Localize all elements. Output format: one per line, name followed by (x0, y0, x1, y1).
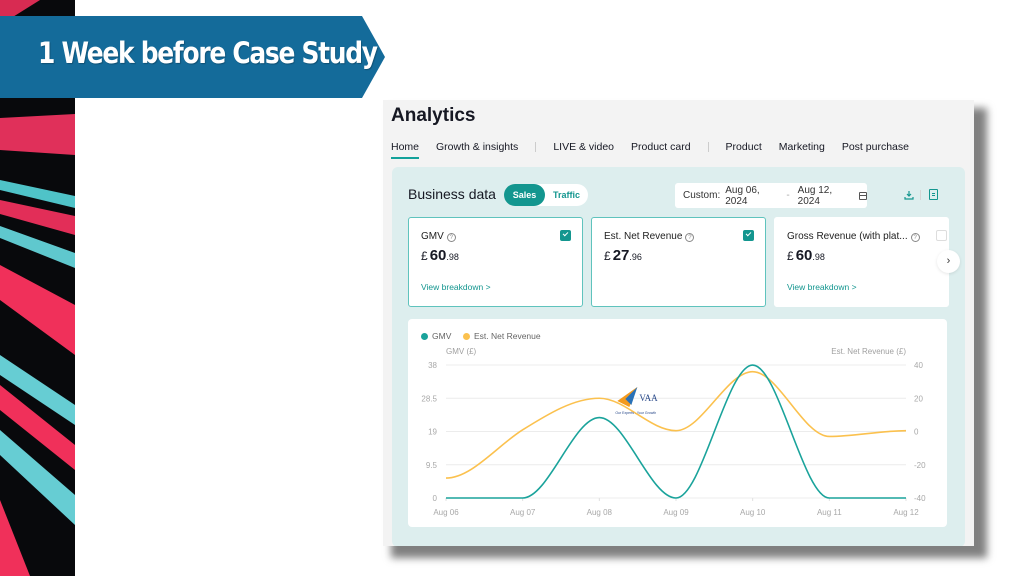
metric-decimal: .96 (629, 252, 642, 262)
y-tick-right: -40 (914, 494, 926, 503)
analytics-screenshot: Analytics Home Growth & insights LIVE & … (383, 100, 974, 546)
metric-label: GMV (421, 231, 444, 242)
metric-value: £60.98 (787, 247, 825, 265)
help-icon[interactable]: ? (685, 233, 695, 242)
metric-whole: 60 (429, 247, 447, 264)
x-tick-label: Aug 07 (510, 508, 536, 517)
metric-currency: £ (787, 249, 794, 263)
metric-checkbox[interactable] (743, 230, 754, 241)
date-range-separator: - (786, 190, 790, 201)
x-tick-label: Aug 06 (433, 508, 459, 517)
icon-divider (920, 190, 921, 200)
sales-traffic-toggle: Sales Traffic (504, 184, 588, 206)
y-tick-left: 0 (433, 494, 438, 503)
metric-card-gmv[interactable]: GMV? £60.98 View breakdown > (408, 217, 583, 307)
tab-product-card[interactable]: Product card (631, 141, 691, 159)
watermark-tagline: Our Experts . Your Growth (615, 411, 656, 415)
tab-post-purchase[interactable]: Post purchase (842, 141, 909, 159)
y-tick-left: 9.5 (426, 461, 438, 470)
metric-decimal: .98 (812, 252, 825, 262)
metric-label-wrap: GMV? (421, 231, 456, 242)
slide-title-banner: 1 Week before Case Study (0, 16, 385, 98)
y-tick-left: 19 (428, 428, 437, 437)
date-range-prefix: Custom: (683, 190, 721, 201)
tab-product[interactable]: Product (726, 141, 762, 159)
y-tick-right: 40 (914, 361, 923, 370)
y-tick-right: -20 (914, 461, 926, 470)
help-icon[interactable]: ? (910, 233, 920, 242)
metric-currency: £ (421, 249, 428, 263)
x-tick-label: Aug 10 (740, 508, 766, 517)
metric-label: Gross Revenue (with plat... (787, 231, 908, 242)
y-tick-right: 0 (914, 428, 919, 437)
help-icon[interactable]: ? (446, 233, 456, 242)
date-range-start: Aug 06, 2024 (725, 184, 760, 207)
metric-decimal: .98 (446, 252, 459, 262)
y-tick-left: 38 (428, 361, 437, 370)
view-breakdown-link[interactable]: View breakdown > (787, 282, 857, 292)
metric-whole: 60 (795, 247, 813, 264)
toggle-sales[interactable]: Sales (504, 184, 545, 206)
page-title: Analytics (391, 105, 476, 126)
x-tick-label: Aug 09 (663, 508, 689, 517)
next-arrow-button[interactable]: › (937, 250, 960, 273)
y-tick-left: 28.5 (421, 394, 437, 403)
tab-divider (707, 142, 709, 152)
date-range-picker[interactable]: Custom: Aug 06, 2024 - Aug 12, 2024 (675, 183, 868, 208)
metric-card-net-revenue[interactable]: Est. Net Revenue? £27.96 (591, 217, 766, 307)
tab-marketing[interactable]: Marketing (779, 141, 825, 159)
x-tick-label: Aug 11 (817, 508, 842, 517)
metric-checkbox[interactable] (560, 230, 571, 241)
metric-checkbox[interactable] (936, 230, 947, 241)
metric-currency: £ (604, 249, 611, 263)
tab-home[interactable]: Home (391, 141, 420, 159)
chart-container: GMV Est. Net Revenue GMV (£) Est. Net Rev… (408, 319, 947, 527)
spreadsheet-icon[interactable] (929, 189, 938, 200)
tab-divider (535, 142, 537, 152)
metric-value: £27.96 (604, 247, 642, 265)
date-range-end: Aug 12, 2024 (797, 184, 833, 207)
line-chart: GMV (£) Est. Net Revenue (£) 0 -40 9.5 -20 19 0… (421, 347, 926, 517)
business-data-title: Business data (408, 186, 496, 202)
view-breakdown-link[interactable]: View breakdown > (421, 282, 491, 292)
tab-growth-insights[interactable]: Growth & insights (436, 141, 518, 159)
y-axis-right-title: Est. Net Revenue (£) (831, 347, 906, 356)
x-tick-label: Aug 08 (587, 508, 613, 517)
watermark-brand: VAA (639, 393, 658, 403)
toggle-traffic[interactable]: Traffic (545, 184, 588, 206)
x-tick-label: Aug 12 (893, 508, 919, 517)
metric-label-wrap: Gross Revenue (with plat...? (787, 231, 920, 242)
y-tick-right: 20 (914, 394, 923, 403)
business-data-card: Business data Sales Traffic Custom: Aug … (392, 167, 965, 546)
tab-live-video[interactable]: LIVE & video (553, 141, 614, 159)
metric-label: Est. Net Revenue (604, 231, 683, 242)
download-icon[interactable] (904, 190, 914, 200)
calendar-icon (858, 191, 868, 200)
y-axis-left-title: GMV (£) (446, 347, 477, 356)
nav-tabs: Home Growth & insights LIVE & video Prod… (391, 141, 926, 159)
metric-value: £60.98 (421, 247, 459, 265)
metric-label-wrap: Est. Net Revenue? (604, 231, 695, 242)
net-revenue-series-line (445, 370, 907, 479)
metric-card-gross-revenue[interactable]: Gross Revenue (with plat...? £60.98 View… (774, 217, 949, 307)
metric-whole: 27 (612, 247, 630, 264)
slide-title: 1 Week before Case Study (38, 36, 378, 70)
